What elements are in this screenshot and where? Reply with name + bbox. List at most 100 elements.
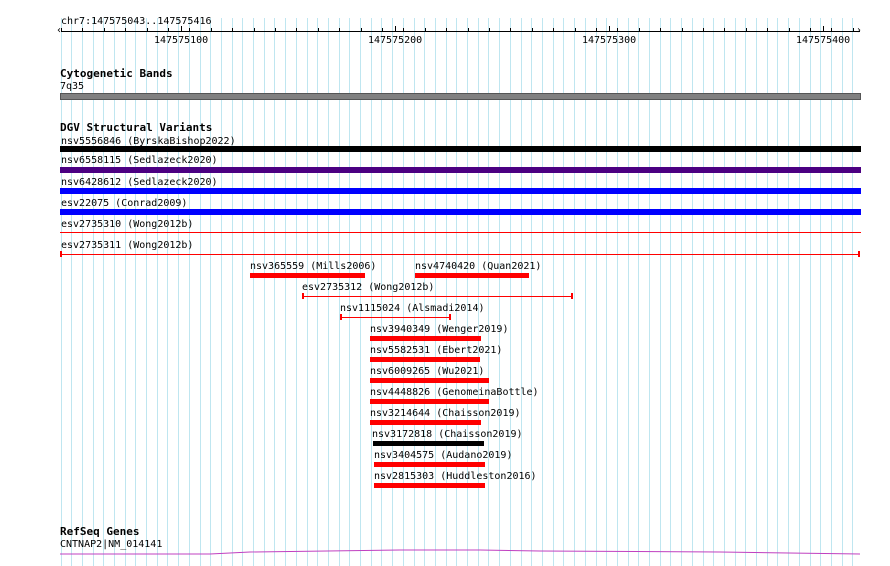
variant-label[interactable]: nsv6428612 (Sedlazeck2020) — [61, 177, 218, 188]
grid-line — [842, 18, 843, 566]
variant-cap — [60, 251, 62, 257]
cytoband-label: 7q35 — [60, 81, 85, 92]
variant-label[interactable]: nsv4740420 (Quan2021) — [415, 261, 541, 272]
ruler-tick — [382, 28, 383, 32]
ruler-tick — [489, 28, 490, 32]
variant-cap — [449, 314, 451, 320]
grid-line — [488, 18, 489, 566]
grid-line — [499, 18, 500, 566]
variant-label[interactable]: esv22075 (Conrad2009) — [61, 198, 187, 209]
grid-line — [628, 18, 629, 566]
variant-bar[interactable] — [370, 357, 480, 362]
variant-label[interactable]: esv2735311 (Wong2012b) — [61, 240, 193, 251]
grid-line — [703, 18, 704, 566]
grid-line — [510, 18, 511, 566]
grid-line — [167, 18, 168, 566]
variant-bar[interactable] — [415, 273, 529, 278]
variant-line[interactable] — [61, 254, 860, 255]
ruler-tick — [639, 28, 640, 32]
ruler-tick-label: 147575100 — [154, 35, 209, 46]
refseq-track-title[interactable]: RefSeq Genes — [60, 526, 139, 538]
grid-line — [542, 18, 543, 566]
variant-bar[interactable] — [60, 146, 861, 152]
variant-bar[interactable] — [370, 420, 481, 425]
cytoband-track-title[interactable]: Cytogenetic Bands — [60, 68, 173, 80]
grid-line — [296, 18, 297, 566]
variant-bar[interactable] — [374, 462, 485, 467]
variant-line[interactable] — [60, 232, 861, 233]
variant-label[interactable]: nsv365559 (Mills2006) — [250, 261, 376, 272]
ruler-tick — [853, 28, 854, 32]
ruler-tick — [403, 28, 404, 32]
grid-line — [585, 18, 586, 566]
ruler-tick — [831, 28, 832, 32]
grid-line — [178, 18, 179, 566]
variant-cap — [340, 314, 342, 320]
grid-line — [82, 18, 83, 566]
variant-bar[interactable] — [60, 209, 861, 215]
grid-line — [200, 18, 201, 566]
ruler-tick — [425, 28, 426, 32]
variant-cap — [302, 293, 304, 299]
ruler-right-arrow-icon[interactable]: › — [857, 26, 861, 36]
ruler-tick — [767, 28, 768, 32]
ruler-tick — [339, 28, 340, 32]
ruler-tick — [361, 28, 362, 32]
grid-line — [681, 18, 682, 566]
grid-line — [135, 18, 136, 566]
ruler-tick — [575, 28, 576, 32]
grid-line — [61, 18, 62, 566]
variant-bar[interactable] — [60, 167, 861, 173]
grid-line — [264, 18, 265, 566]
grid-line — [521, 18, 522, 566]
variant-label[interactable]: nsv4448826 (GenomeinaBottle) — [370, 387, 539, 398]
ruler-tick — [82, 28, 83, 32]
variant-bar[interactable] — [373, 441, 484, 446]
ruler-tick — [596, 28, 597, 32]
grid-line — [799, 18, 800, 566]
grid-line — [852, 18, 853, 566]
grid-line — [242, 18, 243, 566]
variant-bar[interactable] — [374, 483, 485, 488]
variant-label[interactable]: nsv3214644 (Chaisson2019) — [370, 408, 521, 419]
ruler-tick — [746, 28, 747, 32]
gene-line[interactable] — [60, 549, 861, 555]
grid-line — [157, 18, 158, 566]
grid-line — [232, 18, 233, 566]
ruler-tick — [468, 28, 469, 32]
variant-line[interactable] — [303, 296, 573, 297]
variant-label[interactable]: nsv3404575 (Audano2019) — [374, 450, 512, 461]
variant-label[interactable]: nsv5582531 (Ebert2021) — [370, 345, 502, 356]
ruler-tick — [189, 28, 190, 32]
ruler-tick — [532, 28, 533, 32]
variant-label[interactable]: nsv6558115 (Sedlazeck2020) — [61, 155, 218, 166]
ruler-major-tick — [181, 26, 182, 32]
variant-label[interactable]: nsv3940349 (Wenger2019) — [370, 324, 508, 335]
ruler-tick — [147, 28, 148, 32]
grid-line — [788, 18, 789, 566]
cytoband-bar[interactable] — [60, 93, 861, 100]
ruler-tick — [318, 28, 319, 32]
grid-line — [692, 18, 693, 566]
grid-line — [724, 18, 725, 566]
variant-label[interactable]: nsv6009265 (Wu2021) — [370, 366, 484, 377]
variant-bar[interactable] — [250, 273, 365, 278]
grid-line — [274, 18, 275, 566]
variant-label[interactable]: esv2735312 (Wong2012b) — [302, 282, 434, 293]
variant-label[interactable]: esv2735310 (Wong2012b) — [61, 219, 193, 230]
variant-label[interactable]: nsv1115024 (Alsmadi2014) — [340, 303, 485, 314]
gene-model[interactable] — [0, 540, 890, 560]
variant-bar[interactable] — [370, 336, 481, 341]
variant-label[interactable]: nsv2815303 (Huddleston2016) — [374, 471, 537, 482]
grid-line — [125, 18, 126, 566]
dgv-track-title[interactable]: DGV Structural Variants — [60, 122, 212, 134]
grid-line — [285, 18, 286, 566]
variant-cap — [858, 251, 860, 257]
variant-bar[interactable] — [370, 378, 489, 383]
variant-bar[interactable] — [370, 399, 489, 404]
variant-label[interactable]: nsv3172818 (Chaisson2019) — [372, 429, 523, 440]
variant-bar[interactable] — [60, 188, 861, 194]
grid-line — [660, 18, 661, 566]
variant-line[interactable] — [341, 317, 451, 318]
ruler-tick-label: 147575400 — [796, 35, 851, 46]
